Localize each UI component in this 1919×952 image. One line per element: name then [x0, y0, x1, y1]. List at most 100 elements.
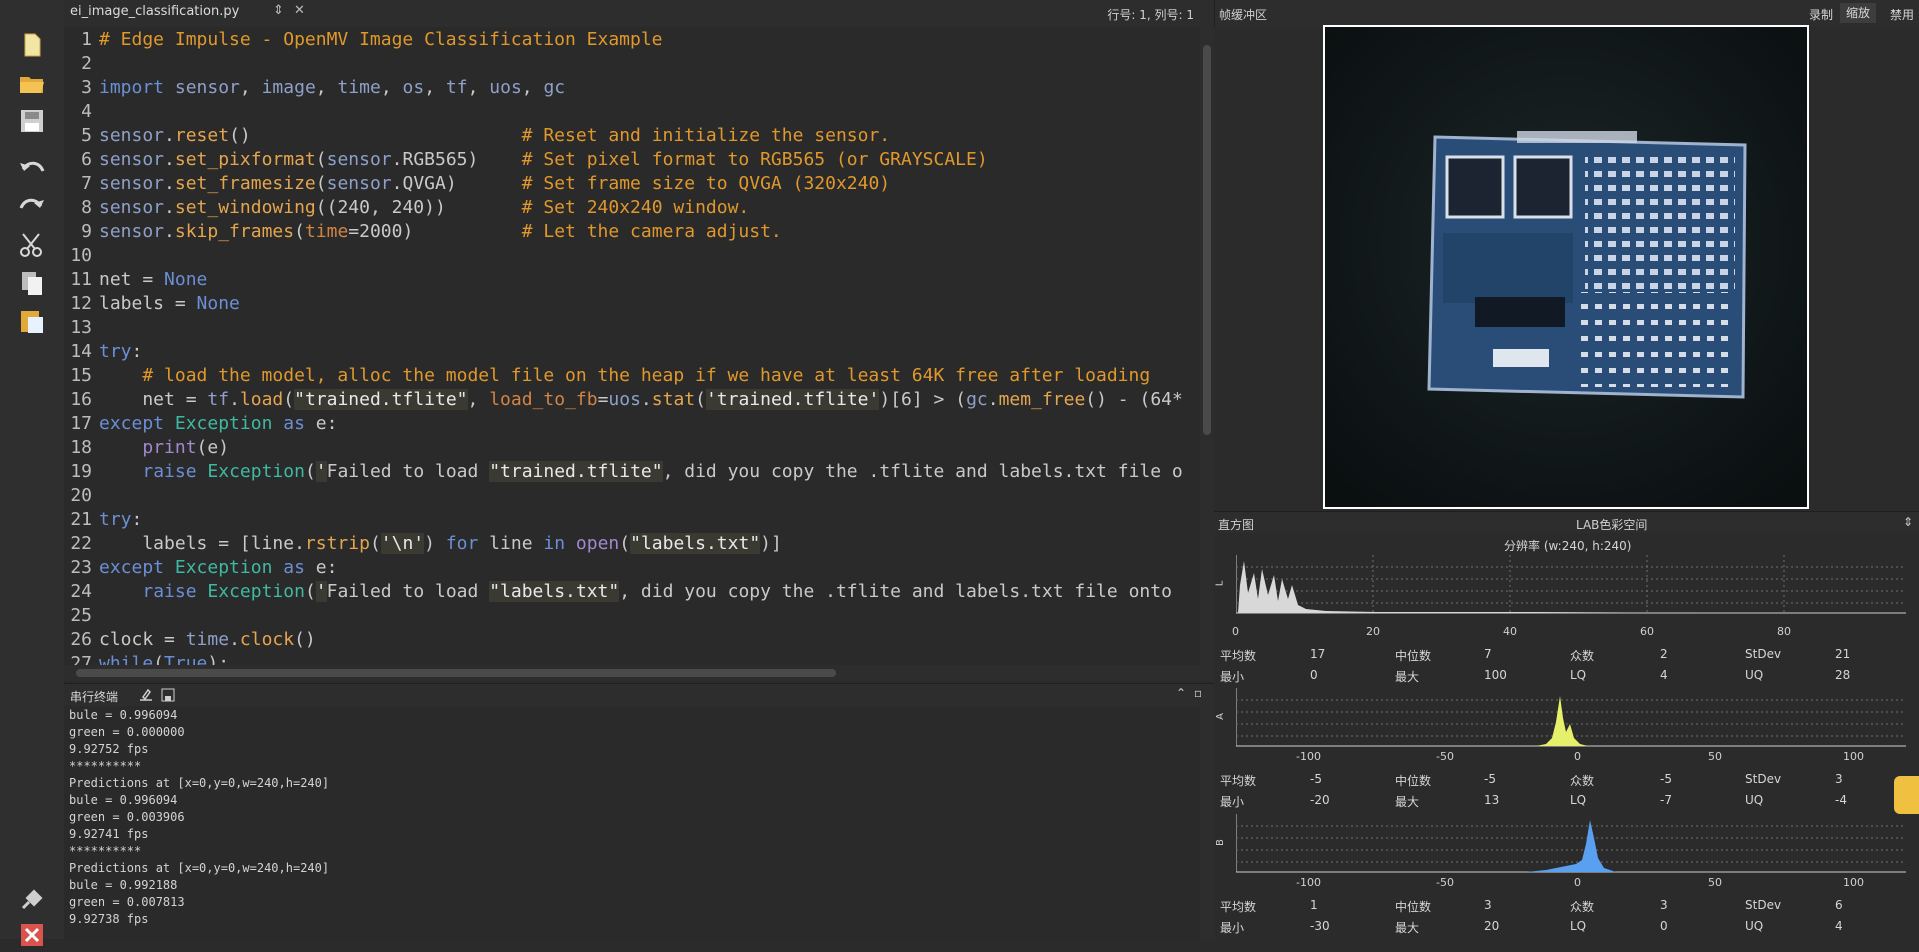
copy-icon[interactable]	[14, 266, 50, 300]
line-number: 16	[70, 389, 92, 410]
code-text[interactable]: raise Exception('Failed to load "labels.…	[92, 581, 1172, 602]
code-editor[interactable]: 1 # Edge Impulse - OpenMV Image Classific…	[64, 27, 1200, 665]
code-line[interactable]: 8 sensor.set_windowing((240, 240)) # Set …	[64, 196, 749, 220]
cut-icon[interactable]	[14, 228, 50, 262]
code-line[interactable]: 4	[64, 100, 99, 124]
line-number: 14	[70, 341, 92, 362]
redo-icon[interactable]	[14, 190, 50, 224]
code-text[interactable]: while(True):	[92, 653, 229, 665]
code-line[interactable]: 22 labels = [line.rstrip('\n') for line …	[64, 532, 782, 556]
code-line[interactable]: 17 except Exception as e:	[64, 412, 337, 436]
color-space-dropdown-icon[interactable]: ⇕	[1903, 515, 1913, 529]
code-text[interactable]	[92, 245, 99, 266]
float-icon[interactable]: ▫	[1194, 686, 1202, 700]
code-text[interactable]: import sensor, image, time, os, tf, uos,…	[92, 77, 565, 98]
stop-icon[interactable]	[14, 918, 50, 952]
terminal-save-icon[interactable]	[160, 687, 176, 706]
stat-label: 最小	[1220, 921, 1245, 935]
code-line[interactable]: 25	[64, 604, 99, 628]
code-text[interactable]: sensor.set_pixformat(sensor.RGB565) # Se…	[92, 149, 988, 170]
terminal-scrollbar[interactable]	[1200, 706, 1214, 939]
zoom-button[interactable]: 缩放	[1840, 3, 1877, 23]
code-text[interactable]: # Edge Impulse - OpenMV Image Classifica…	[92, 29, 663, 50]
code-text[interactable]	[92, 605, 99, 626]
code-text[interactable]: labels = None	[92, 293, 240, 314]
line-number: 11	[70, 269, 92, 290]
line-number: 19	[70, 461, 92, 482]
code-line[interactable]: 16 net = tf.load("trained.tflite", load_…	[64, 388, 1183, 412]
disable-button[interactable]: 禁用	[1890, 6, 1914, 23]
code-text[interactable]: labels = [line.rstrip('\n') for line in …	[92, 533, 782, 554]
save-icon[interactable]	[14, 104, 50, 138]
code-line[interactable]: 19 raise Exception('Failed to load "trai…	[64, 460, 1183, 484]
undo-icon[interactable]	[14, 153, 50, 187]
floating-side-tab[interactable]	[1894, 776, 1919, 814]
stat-value: 13	[1484, 793, 1500, 807]
editor-vertical-scrollbar[interactable]	[1200, 27, 1214, 665]
stat-value: 28	[1835, 668, 1851, 682]
code-line[interactable]: 21 try:	[64, 508, 142, 532]
color-space-select[interactable]: LAB色彩空间	[1576, 516, 1647, 533]
open-folder-icon[interactable]	[14, 66, 50, 100]
tab-switch-icon[interactable]: ⇕	[273, 3, 284, 18]
maximize-icon[interactable]: ⌃	[1176, 686, 1186, 700]
code-line[interactable]: 5 sensor.reset() # Reset and initialize t…	[64, 124, 890, 148]
stat-label: 最小	[1220, 795, 1245, 809]
code-line[interactable]: 27 while(True):	[64, 652, 229, 665]
code-text[interactable]: # load the model, alloc the model file o…	[92, 365, 1150, 386]
code-line[interactable]: 20	[64, 484, 99, 508]
line-number: 4	[81, 101, 92, 122]
serial-terminal[interactable]: bule = 0.996094 green = 0.000000 9.92752 f…	[64, 706, 1200, 939]
file-tab[interactable]: ei_image_classification.py	[70, 4, 239, 19]
record-button[interactable]: 录制	[1809, 6, 1833, 23]
code-line[interactable]: 13	[64, 316, 99, 340]
code-line[interactable]: 9 sensor.skip_frames(time=2000) # Let the…	[64, 220, 782, 244]
stat-value: 20	[1484, 919, 1500, 933]
code-line[interactable]: 23 except Exception as e:	[64, 556, 337, 580]
l-tick-0: 0	[1232, 625, 1239, 638]
code-line[interactable]: 1 # Edge Impulse - OpenMV Image Classific…	[64, 28, 663, 52]
line-number: 21	[70, 509, 92, 530]
code-line[interactable]: 11 net = None	[64, 268, 207, 292]
code-line[interactable]: 18 print(e)	[64, 436, 229, 460]
terminal-line: Predictions at [x=0,y=0,w=240,h=240]	[69, 861, 330, 875]
serial-terminal-title[interactable]: 串行终端	[70, 688, 118, 705]
code-text[interactable]: clock = time.clock()	[92, 629, 316, 650]
code-text[interactable]: net = None	[92, 269, 207, 290]
code-text[interactable]: sensor.skip_frames(time=2000) # Let the …	[92, 221, 782, 242]
code-line[interactable]: 26 clock = time.clock()	[64, 628, 316, 652]
code-text[interactable]: except Exception as e:	[92, 413, 337, 434]
code-line[interactable]: 15 # load the model, alloc the model fil…	[64, 364, 1150, 388]
code-line[interactable]: 12 labels = None	[64, 292, 240, 316]
code-line[interactable]: 3 import sensor, image, time, os, tf, uos…	[64, 76, 565, 100]
code-text[interactable]: raise Exception('Failed to load "trained…	[92, 461, 1183, 482]
code-line[interactable]: 7 sensor.set_framesize(sensor.QVGA) # Set…	[64, 172, 890, 196]
code-text[interactable]: net = tf.load("trained.tflite", load_to_…	[92, 389, 1183, 410]
new-file-icon[interactable]	[14, 28, 50, 62]
terminal-clear-icon[interactable]	[138, 687, 154, 706]
code-text[interactable]: try:	[92, 509, 142, 530]
code-text[interactable]: print(e)	[92, 437, 229, 458]
code-line[interactable]: 14 try:	[64, 340, 142, 364]
code-text[interactable]: except Exception as e:	[92, 557, 337, 578]
tab-close-icon[interactable]: ✕	[294, 3, 305, 18]
paste-icon[interactable]	[14, 304, 50, 338]
stat-value: 3	[1660, 898, 1668, 912]
code-text[interactable]	[92, 53, 99, 74]
code-text[interactable]: try:	[92, 341, 142, 362]
code-line[interactable]: 2	[64, 52, 99, 76]
line-number: 3	[81, 77, 92, 98]
editor-horizontal-scrollbar[interactable]	[64, 665, 1214, 681]
code-text[interactable]	[92, 485, 99, 506]
code-line[interactable]: 6 sensor.set_pixformat(sensor.RGB565) # S…	[64, 148, 988, 172]
code-text[interactable]	[92, 101, 99, 122]
code-text[interactable]	[92, 317, 99, 338]
code-text[interactable]: sensor.set_windowing((240, 240)) # Set 2…	[92, 197, 749, 218]
code-line[interactable]: 24 raise Exception('Failed to load "labe…	[64, 580, 1172, 604]
serial-terminal-header: 串行终端 ⌃ ▫	[64, 683, 1214, 707]
code-line[interactable]: 10	[64, 244, 99, 268]
connect-icon[interactable]	[14, 882, 50, 916]
code-text[interactable]: sensor.set_framesize(sensor.QVGA) # Set …	[92, 173, 890, 194]
code-text[interactable]: sensor.reset() # Reset and initialize th…	[92, 125, 890, 146]
channel-label-l: L	[1214, 580, 1226, 587]
